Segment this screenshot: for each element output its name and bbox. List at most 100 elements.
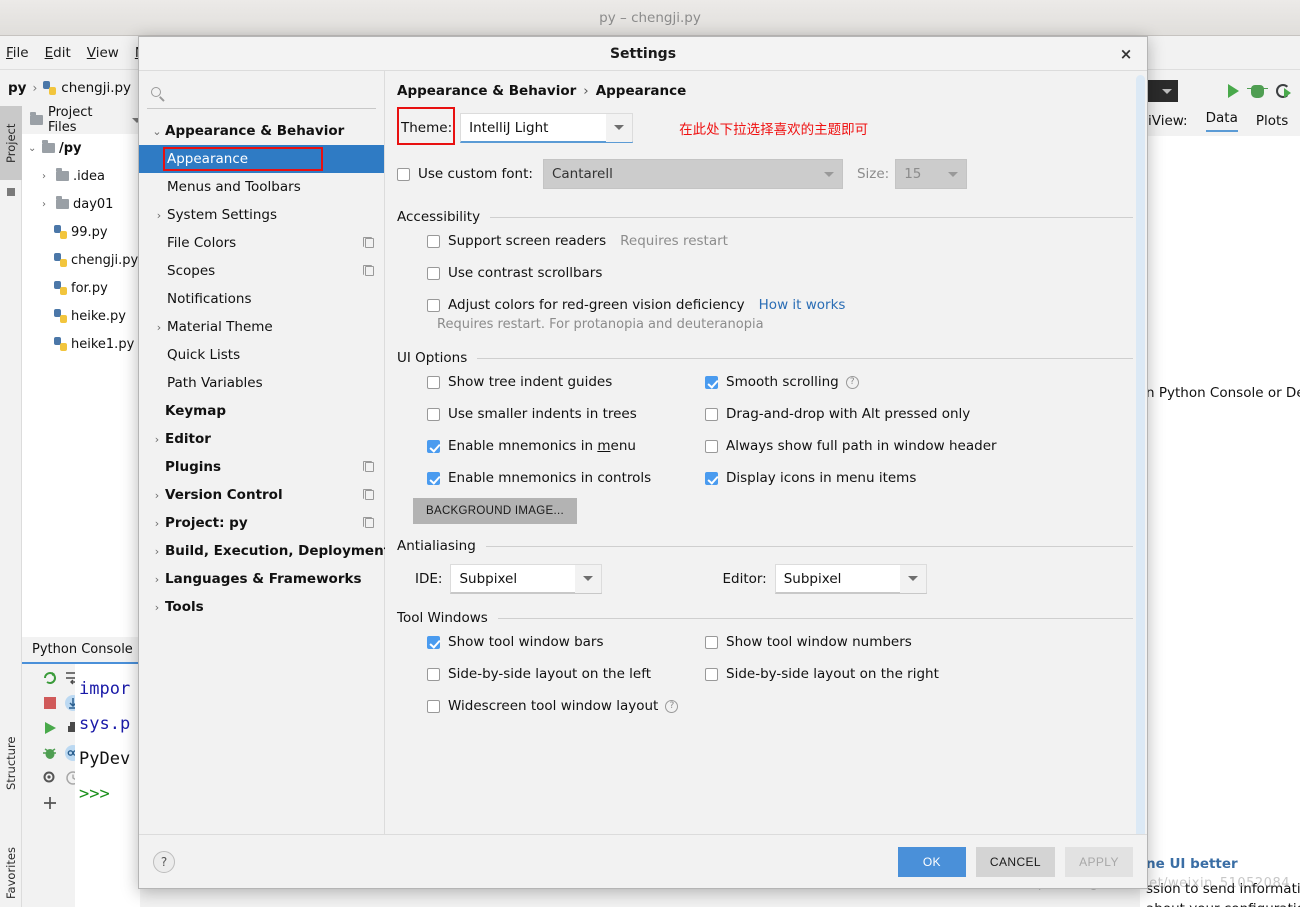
enable-mnemonics-menu-checkbox[interactable] [427,439,440,453]
side-by-side-left-checkbox[interactable] [427,667,440,681]
ok-button[interactable]: OK [897,846,966,877]
always-show-full-path-checkbox[interactable] [705,439,718,453]
enable-mnemonics-controls-checkbox[interactable] [427,471,440,485]
option-use-contrast-scrollbars[interactable]: Use contrast scrollbars [397,257,1133,289]
search-box[interactable] [147,75,376,109]
sidebar-item-appearance-behavior[interactable]: ⌄ Appearance & Behavior [139,117,384,145]
use-smaller-indents-checkbox[interactable] [427,407,440,421]
sidebar-item-tools[interactable]: › Tools [139,593,384,621]
help-icon[interactable]: ? [665,699,679,713]
sidebar-item-languages-frameworks[interactable]: › Languages & Frameworks [139,565,384,593]
show-tree-indent-guides-checkbox[interactable] [427,375,440,389]
tree-node-chengjipy[interactable]: chengji.py [22,246,140,274]
sidebar-item-build-execution-deployment[interactable]: › Build, Execution, Deployment [139,537,390,565]
menu-view[interactable]: View [87,45,119,61]
option-show-tool-window-bars[interactable]: Show tool window bars [397,626,701,658]
custom-font-select[interactable]: Cantarell [542,159,843,189]
use-contrast-scrollbars-checkbox[interactable] [427,266,440,280]
sidebar-item-menus-and-toolbars[interactable]: Menus and Toolbars [139,173,384,201]
editor-antialiasing-select[interactable]: Subpixel [774,564,927,594]
sidebar-item-path-variables[interactable]: Path Variables [139,369,384,397]
tree-node-heikepy[interactable]: heike.py [22,302,140,330]
breadcrumb-parent[interactable]: Appearance & Behavior [397,83,576,99]
display-icons-menu-items-checkbox[interactable] [705,471,718,485]
option-support-screen-readers[interactable]: Support screen readers Requires restart [397,225,1133,257]
sidebar-item-quick-lists[interactable]: Quick Lists [139,341,384,369]
ide-antialiasing-select[interactable]: Subpixel [450,564,603,594]
option-always-show-full-path[interactable]: Always show full path in window header [701,430,997,462]
chevron-right-icon[interactable]: › [149,545,165,558]
sidebar-item-structure[interactable]: Structure [0,721,22,805]
settings-scrollbar[interactable] [1136,75,1145,845]
chevron-down-icon[interactable] [899,564,926,593]
tab-python-console[interactable]: Python Console [22,637,140,664]
debug-icon[interactable] [1247,84,1268,98]
chevron-right-icon[interactable]: › [42,199,52,210]
sidebar-item-keymap[interactable]: Keymap [139,397,384,425]
option-side-by-side-right[interactable]: Side-by-side layout on the right [701,658,939,690]
option-drag-and-drop-alt[interactable]: Drag-and-drop with Alt pressed only [701,398,997,430]
chevron-right-icon[interactable]: › [151,209,167,222]
sidebar-item-project[interactable]: Project [0,106,22,180]
menu-edit[interactable]: Edit [45,45,71,61]
background-image-button[interactable]: BACKGROUND IMAGE... [413,498,577,524]
search-input[interactable] [167,83,347,100]
sidebar-item-material-theme[interactable]: › Material Theme [139,313,384,341]
sidebar-item-system-settings[interactable]: › System Settings [139,201,384,229]
navbar-file[interactable]: chengji.py [43,80,131,96]
chevron-right-icon[interactable]: › [151,321,167,334]
side-by-side-right-checkbox[interactable] [705,667,718,681]
option-smooth-scrolling[interactable]: Smooth scrolling ? [701,366,997,398]
sidebar-item-version-control[interactable]: › Version Control [139,481,384,509]
run-with-coverage-icon[interactable] [1276,84,1291,98]
sidebar-item-notifications[interactable]: Notifications [139,285,384,313]
option-enable-mnemonics-controls[interactable]: Enable mnemonics in controls [397,462,701,494]
menu-file[interactable]: FFileile [6,45,29,61]
sidebar-item-editor[interactable]: › Editor [139,425,384,453]
theme-select[interactable]: IntelliJ Light [460,113,634,143]
option-show-tree-indent-guides[interactable]: Show tree indent guides [397,366,701,398]
show-tool-window-numbers-checkbox[interactable] [705,635,718,649]
close-icon[interactable]: × [1115,44,1137,64]
option-enable-mnemonics-menu[interactable]: Enable mnemonics in menu [397,430,701,462]
adjust-colors-checkbox[interactable] [427,298,440,312]
tab-plots[interactable]: Plots [1256,113,1288,129]
chevron-right-icon[interactable]: › [149,573,165,586]
help-icon[interactable]: ? [845,375,859,389]
navbar-project[interactable]: py [8,80,26,96]
chevron-right-icon[interactable]: › [149,433,165,446]
chevron-down-icon[interactable]: ⌄ [149,125,165,138]
support-screen-readers-checkbox[interactable] [427,234,440,248]
tree-node-99py[interactable]: 99.py [22,218,140,246]
option-use-smaller-indents[interactable]: Use smaller indents in trees [397,398,701,430]
show-tool-window-bars-checkbox[interactable] [427,635,440,649]
run-icon[interactable] [1228,84,1239,98]
tree-node-py[interactable]: ⌄ /py [22,134,140,162]
how-it-works-link[interactable]: How it works [759,297,846,313]
sidebar-item-appearance[interactable]: Appearance [139,145,384,173]
option-widescreen-layout[interactable]: Widescreen tool window layout ? [397,690,701,722]
sidebar-item-favorites[interactable]: Favorites [0,831,22,907]
sidebar-item-scopes[interactable]: Scopes [139,257,384,285]
chevron-right-icon[interactable]: › [42,171,52,182]
tree-node-day01[interactable]: › day01 [22,190,140,218]
chevron-down-icon[interactable] [815,160,842,188]
option-show-tool-window-numbers[interactable]: Show tool window numbers [701,626,939,658]
chevron-right-icon[interactable]: › [149,601,165,614]
use-custom-font-checkbox[interactable] [397,167,410,181]
sidebar-item-plugins[interactable]: Plugins [139,453,384,481]
option-side-by-side-left[interactable]: Side-by-side layout on the left [397,658,701,690]
font-size-select[interactable]: 15 [895,159,968,189]
tab-data[interactable]: Data [1205,110,1238,132]
tree-node-heike1py[interactable]: heike1.py [22,330,140,358]
option-display-icons-menu-items[interactable]: Display icons in menu items [701,462,997,494]
widescreen-layout-checkbox[interactable] [427,699,440,713]
smooth-scrolling-checkbox[interactable] [705,375,718,389]
drag-and-drop-alt-checkbox[interactable] [705,407,718,421]
chevron-right-icon[interactable]: › [149,517,165,530]
chevron-down-icon[interactable] [575,564,602,593]
chevron-right-icon[interactable]: › [149,489,165,502]
help-icon[interactable]: ? [153,850,175,873]
chevron-down-icon[interactable]: ⌄ [28,143,38,154]
tree-node-idea[interactable]: › .idea [22,162,140,190]
